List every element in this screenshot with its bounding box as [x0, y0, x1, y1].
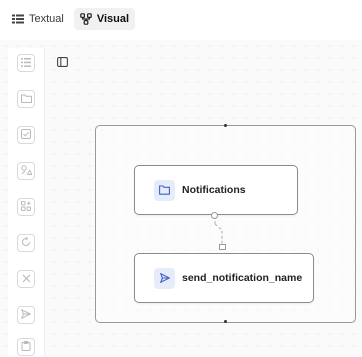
loop-icon [21, 234, 31, 252]
node-label: Notifications [182, 184, 246, 196]
palette-item-send[interactable] [17, 306, 35, 324]
grid-plus-icon [21, 198, 31, 216]
folder-icon [20, 90, 32, 108]
node-notifications[interactable]: Notifications [134, 165, 298, 215]
send-icon [154, 267, 175, 289]
group-top-handle[interactable] [224, 124, 227, 127]
palette-item-clipboard[interactable] [17, 338, 35, 356]
visual-flow-icon [80, 13, 92, 25]
visual-view-button[interactable]: Visual [73, 8, 136, 30]
workflow-canvas[interactable]: Notifications send_notification_name [0, 40, 362, 357]
folder-icon [154, 179, 175, 201]
group-bottom-handle[interactable] [224, 320, 227, 323]
textual-icon [12, 14, 24, 24]
node-send-notification[interactable]: send_notification_name [134, 253, 314, 303]
node-label: send_notification_name [182, 272, 303, 284]
palette-item-checkbox[interactable] [17, 126, 35, 144]
palette-item-shapes[interactable] [17, 162, 35, 180]
node-input-port[interactable] [219, 244, 226, 250]
node-output-port[interactable] [211, 212, 218, 219]
palette-item-list[interactable] [17, 54, 35, 72]
textual-view-label: Textual [29, 13, 64, 25]
palette-item-grid-plus[interactable] [17, 198, 35, 216]
checkbox-icon [21, 126, 31, 144]
visual-view-label: Visual [96, 13, 130, 25]
send-icon [20, 306, 32, 324]
textual-view-button[interactable]: Textual [6, 8, 70, 30]
palette-item-loop[interactable] [17, 234, 35, 252]
component-palette [8, 48, 45, 357]
list-icon [21, 54, 31, 72]
palette-item-folder[interactable] [17, 90, 35, 108]
view-toggle: Textual Visual [6, 8, 136, 30]
sidebar-toggle-button[interactable] [57, 54, 68, 72]
clipboard-icon [21, 338, 31, 356]
shapes-icon [20, 162, 33, 180]
close-icon [22, 270, 31, 288]
panel-left-icon [57, 54, 68, 71]
palette-item-close[interactable] [17, 270, 35, 288]
